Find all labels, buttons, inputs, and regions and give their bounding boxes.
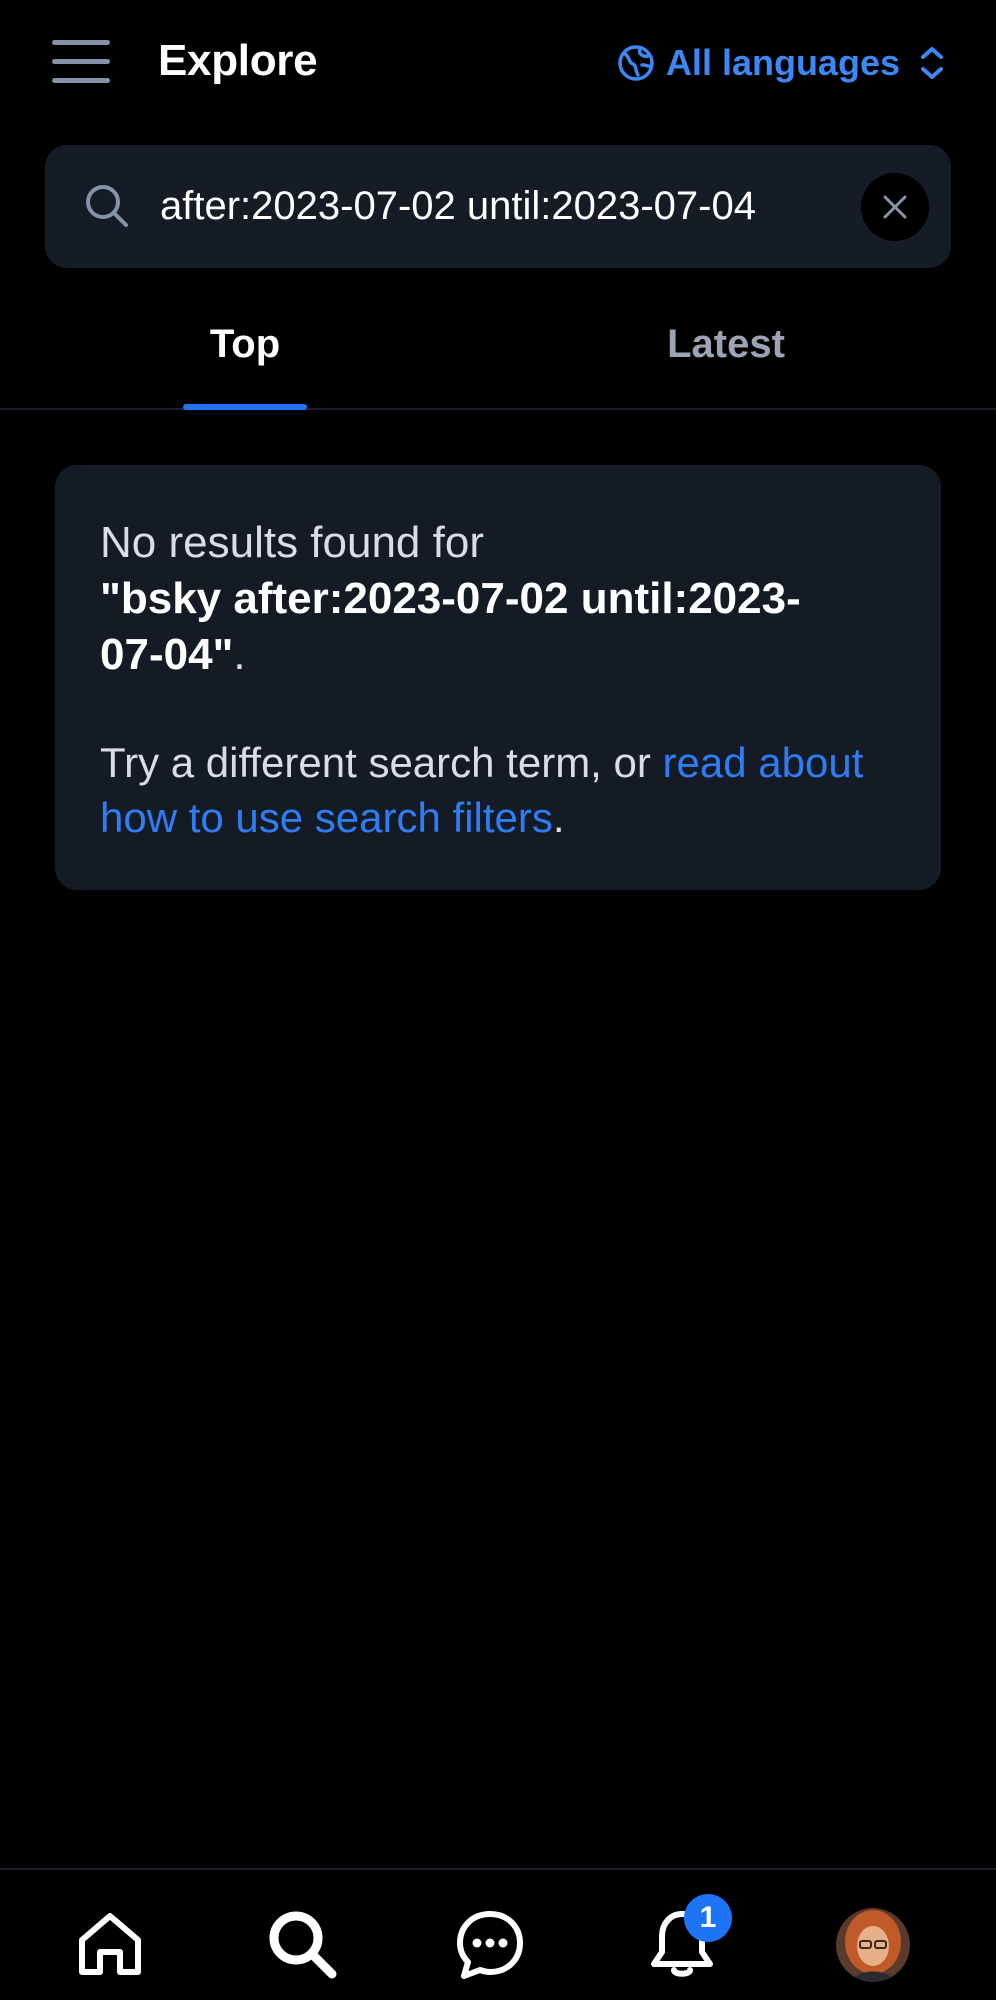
tab-latest[interactable]: Latest (640, 300, 812, 408)
nav-home[interactable] (72, 1906, 148, 1982)
chevron-up-down-icon (921, 47, 943, 79)
search-bar (45, 145, 951, 268)
chat-icon (457, 1911, 523, 1979)
notification-badge: 1 (684, 1894, 732, 1942)
clear-search-button[interactable] (861, 173, 929, 241)
header: Explore All languages (0, 0, 996, 124)
no-results-card: No results found for "bsky after:2023-07… (55, 465, 941, 890)
avatar (836, 1908, 910, 1982)
no-results-prefix: No results found for (100, 518, 484, 567)
nav-notifications[interactable]: 1 (644, 1894, 732, 1982)
home-icon (79, 1913, 141, 1975)
search-input[interactable] (160, 175, 900, 237)
language-label: All languages (665, 42, 900, 83)
page-title: Explore (158, 36, 318, 85)
hint-prefix: Try a different search term, or (100, 739, 663, 786)
no-results-suffix: . (233, 630, 246, 679)
tab-top[interactable]: Top (183, 300, 307, 410)
explore-screen: Explore All languages after:2023-07-02 u… (0, 0, 996, 2000)
close-icon (883, 195, 907, 219)
nav-profile-avatar[interactable] (836, 1908, 910, 1982)
menu-icon[interactable] (52, 40, 110, 84)
bottom-nav: 1 (0, 1868, 996, 2000)
nav-chat[interactable] (452, 1906, 528, 1982)
search-hint: Try a different search term, or read abo… (100, 735, 880, 845)
nav-search[interactable] (264, 1906, 340, 1982)
search-tabs: Top Latest (0, 300, 996, 410)
globe-icon (618, 45, 654, 81)
no-results-query: "bsky after:2023-07-02 until:2023-07-04" (100, 574, 801, 679)
tab-top-label: Top (209, 322, 281, 366)
no-results-message: No results found for "bsky after:2023-07… (100, 515, 860, 683)
search-icon (86, 185, 128, 227)
tab-latest-label: Latest (667, 322, 785, 366)
search-nav-icon (269, 1911, 337, 1979)
active-tab-indicator (183, 404, 307, 410)
hint-suffix: . (552, 794, 565, 841)
language-selector[interactable]: All languages (616, 38, 946, 88)
